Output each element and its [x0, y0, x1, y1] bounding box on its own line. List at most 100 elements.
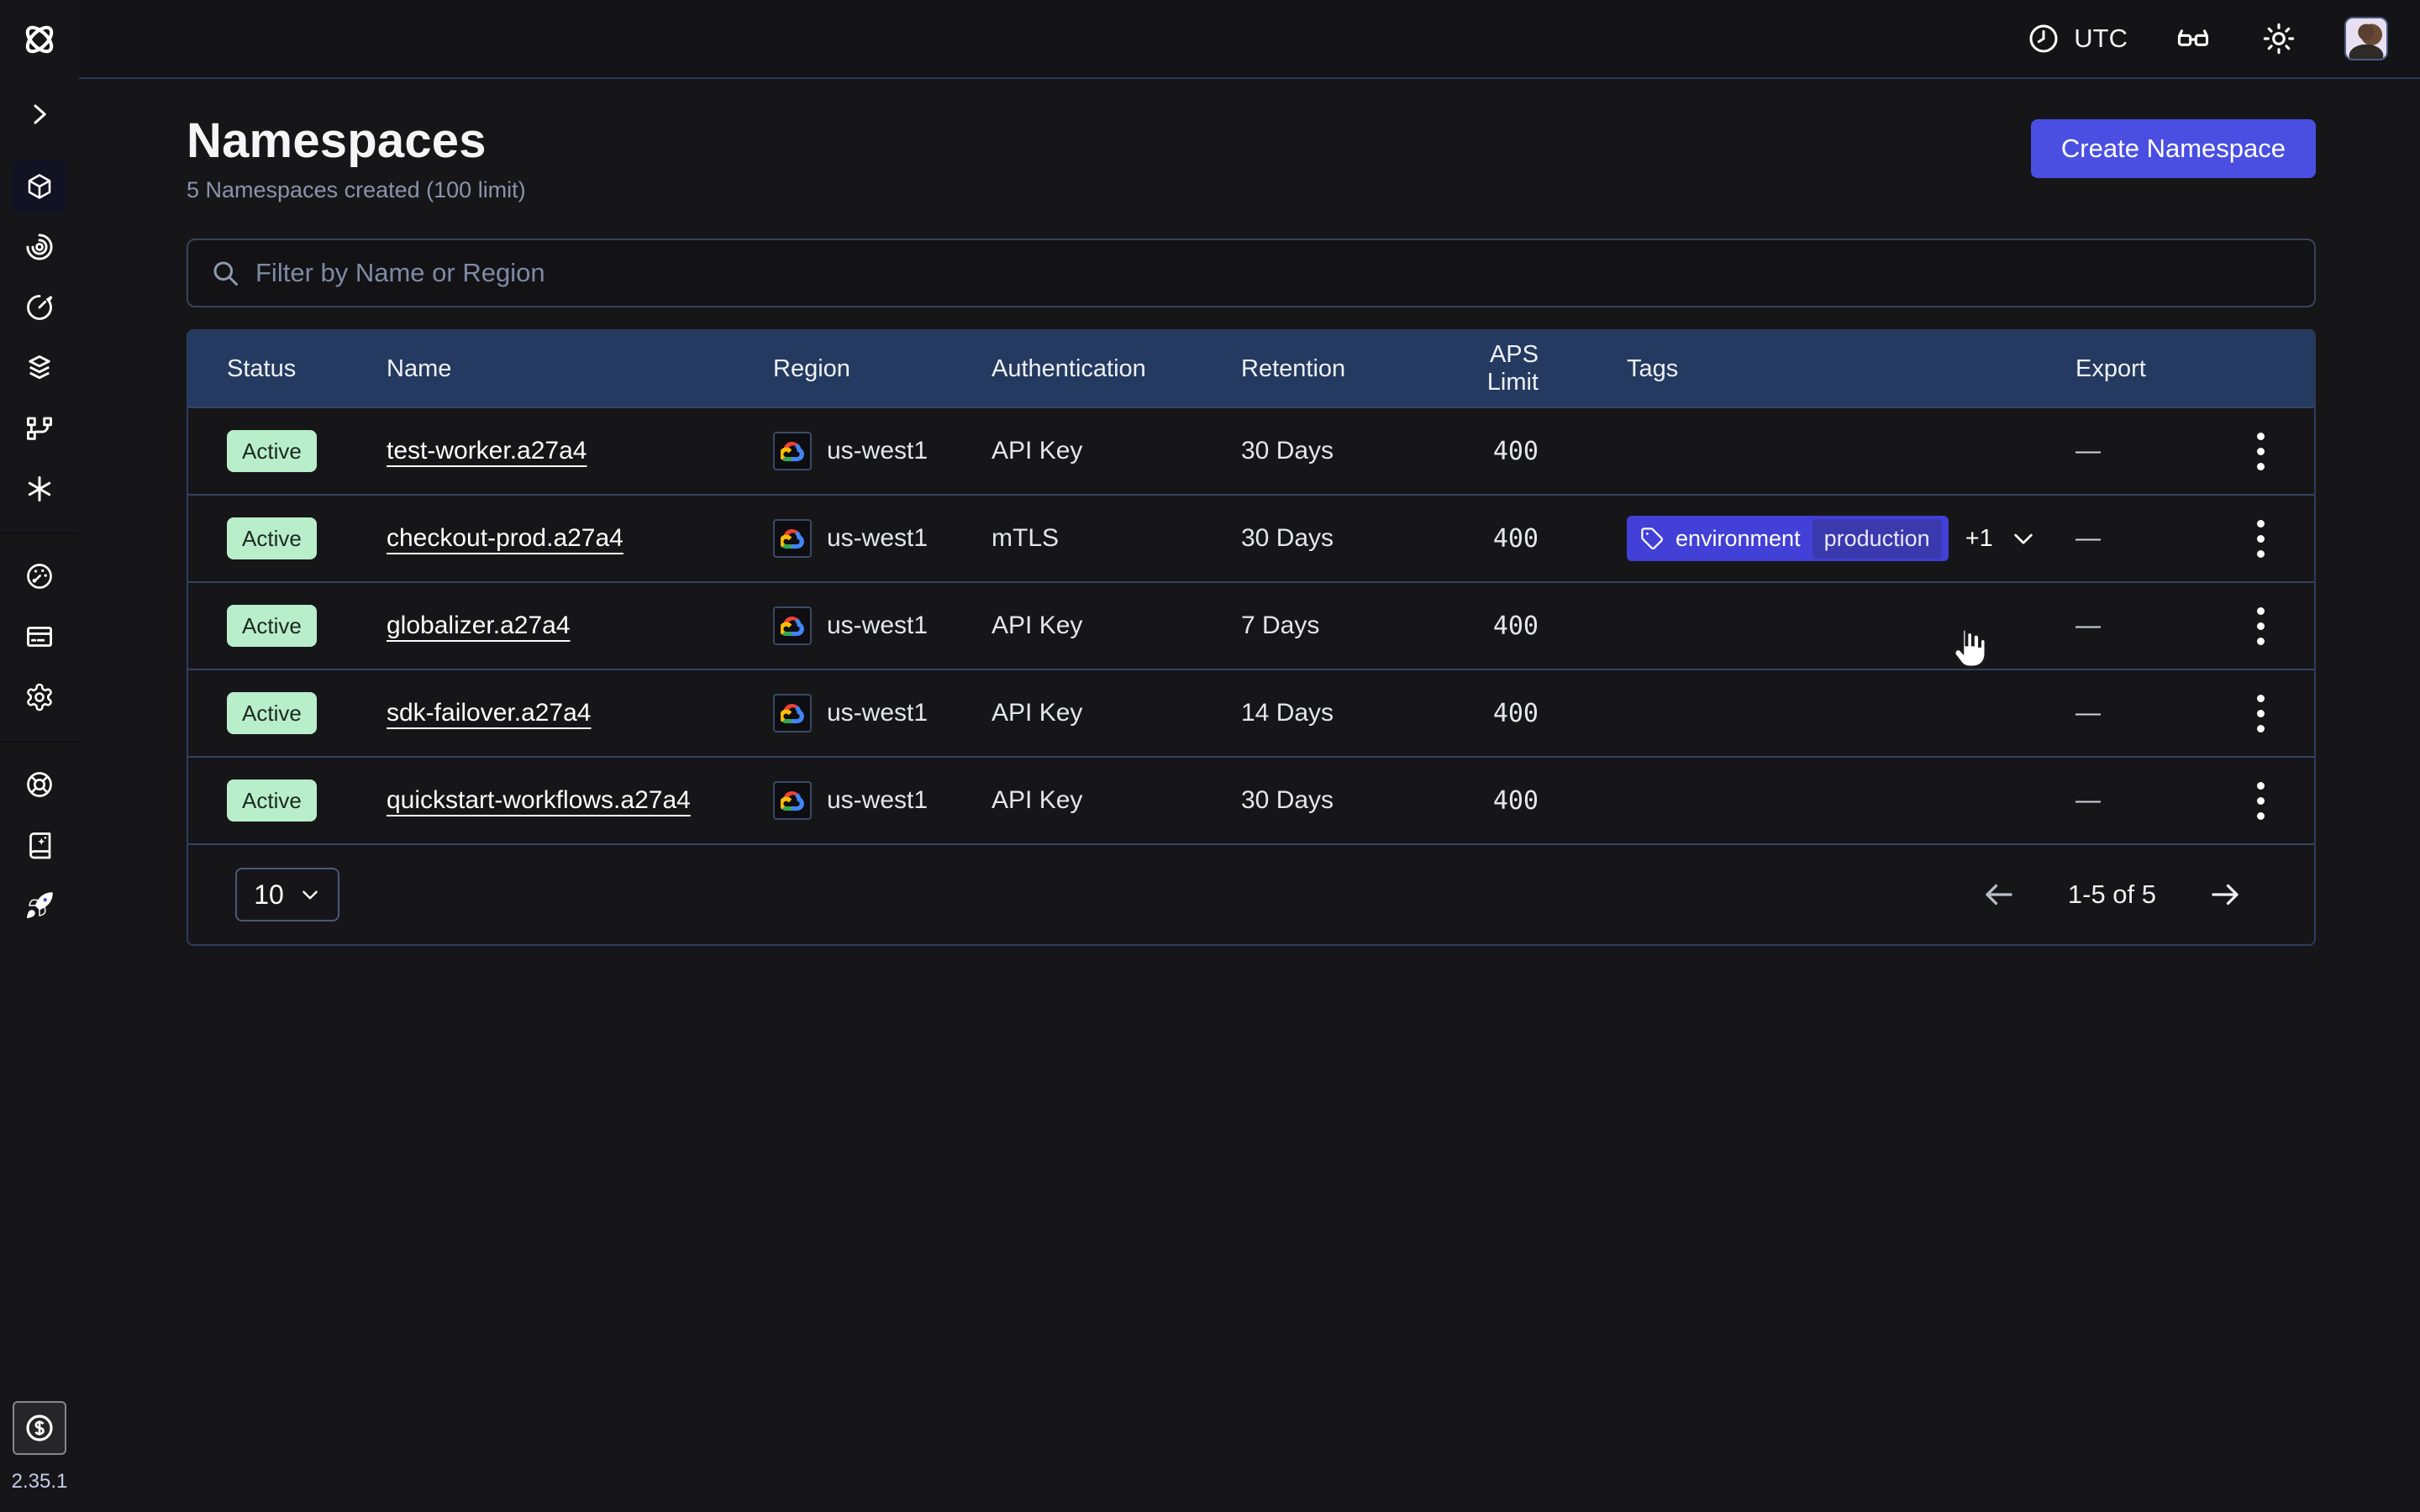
export-value: — [2075, 437, 2230, 465]
book-icon [24, 830, 55, 860]
region-label: us-west1 [827, 612, 928, 640]
gear-icon [24, 682, 55, 712]
gcp-logo-icon [773, 606, 812, 645]
chevron-down-icon[interactable] [2010, 525, 2037, 552]
region-label: us-west1 [827, 524, 928, 553]
timezone-label: UTC [2074, 24, 2128, 54]
sidebar-item-settings[interactable] [13, 670, 66, 724]
namespace-link[interactable]: quickstart-workflows.a27a4 [387, 786, 691, 814]
namespace-link[interactable]: test-worker.a27a4 [387, 437, 587, 465]
user-avatar[interactable] [2344, 17, 2388, 60]
sidebar-item-nexus[interactable] [13, 462, 66, 516]
sidebar-divider [0, 533, 79, 534]
pagination-range: 1-5 of 5 [2068, 879, 2156, 910]
filter-bar [187, 239, 2316, 307]
asterisk-icon [24, 474, 55, 504]
arrow-right-icon [2207, 877, 2243, 912]
retention: 30 Days [1241, 786, 1432, 815]
gcp-logo-icon [773, 432, 812, 470]
sidebar-item-deployments[interactable] [13, 402, 66, 455]
col-tags: Tags [1627, 355, 2075, 383]
prev-page-button[interactable] [1979, 874, 2019, 915]
aps-limit: 400 [1432, 699, 1627, 728]
billing-card-icon [24, 622, 55, 652]
table-row: Active sdk-failover.a27a4 us-west1 API K… [188, 669, 2314, 756]
cube-icon [24, 171, 55, 202]
sidebar-item-getting-started[interactable] [13, 879, 66, 932]
sidebar-bottom: 2.35.1 [12, 1401, 68, 1512]
aps-limit: 400 [1432, 612, 1627, 641]
sidebar-nav [0, 160, 79, 939]
accessibility-button[interactable] [2173, 18, 2213, 59]
col-region: Region [773, 355, 992, 383]
col-authentication: Authentication [992, 355, 1241, 383]
filter-input[interactable] [255, 258, 2292, 288]
sidebar-item-schedules[interactable] [13, 281, 66, 334]
tag-value: production [1812, 519, 1942, 559]
timezone-selector[interactable]: UTC [2027, 22, 2128, 55]
search-icon [210, 258, 240, 288]
arrow-left-icon [1981, 877, 2017, 912]
namespace-link[interactable]: checkout-prod.a27a4 [387, 524, 623, 552]
dollar-seal-icon [23, 1411, 56, 1445]
row-menu-button[interactable] [2237, 690, 2284, 737]
status-badge: Active [227, 692, 317, 734]
page-subtitle: 5 Namespaces created (100 limit) [187, 177, 526, 203]
tags-cell: environment production +1 [1627, 516, 2075, 561]
sun-icon [2261, 21, 2296, 56]
col-name: Name [387, 355, 773, 383]
status-badge: Active [227, 517, 317, 559]
col-retention: Retention [1241, 355, 1432, 383]
theme-toggle-button[interactable] [2259, 18, 2299, 59]
sidebar-expand-chevron-icon[interactable] [13, 96, 66, 133]
rocket-icon [24, 890, 55, 921]
col-aps-limit: APS Limit [1432, 341, 1627, 396]
row-menu-button[interactable] [2237, 777, 2284, 824]
region-label: us-west1 [827, 699, 928, 727]
sidebar-item-support[interactable] [13, 758, 66, 811]
topbar: UTC [79, 0, 2420, 79]
page-size-select[interactable]: 10 [235, 868, 339, 921]
auth-method: API Key [992, 786, 1241, 815]
status-badge: Active [227, 430, 317, 472]
row-menu-button[interactable] [2237, 515, 2284, 562]
col-export: Export [2075, 355, 2230, 383]
sidebar-item-batch[interactable] [13, 341, 66, 395]
sidebar: 2.35.1 [0, 0, 79, 1512]
next-page-button[interactable] [2205, 874, 2245, 915]
region-label: us-west1 [827, 786, 928, 815]
page-title: Namespaces [187, 113, 526, 169]
lifebuoy-icon [24, 769, 55, 800]
tag-icon [1640, 527, 1664, 550]
row-menu-button[interactable] [2237, 602, 2284, 649]
aps-limit: 400 [1432, 524, 1627, 554]
auth-method: API Key [992, 612, 1241, 640]
retention: 30 Days [1241, 524, 1432, 553]
namespace-link[interactable]: sdk-failover.a27a4 [387, 699, 592, 727]
sidebar-item-docs[interactable] [13, 818, 66, 872]
export-value: — [2075, 699, 2230, 727]
temporal-logo-icon[interactable] [17, 17, 62, 62]
retention: 14 Days [1241, 699, 1432, 727]
export-value: — [2075, 612, 2230, 640]
table-row: Active quickstart-workflows.a27a4 us-wes… [188, 756, 2314, 843]
sidebar-item-usage[interactable] [13, 549, 66, 603]
auth-method: API Key [992, 437, 1241, 465]
sidebar-item-namespaces[interactable] [13, 160, 66, 213]
sidebar-item-radar[interactable] [13, 220, 66, 274]
sidebar-item-billing[interactable] [13, 610, 66, 664]
page-size-value: 10 [254, 879, 284, 911]
chevron-down-icon [299, 884, 321, 906]
namespaces-table: Status Name Region Authentication Retent… [187, 329, 2316, 946]
tag-more-count: +1 [1965, 525, 1993, 553]
tag-pill[interactable]: environment production [1627, 516, 1949, 561]
auth-method: API Key [992, 699, 1241, 727]
namespace-link[interactable]: globalizer.a27a4 [387, 612, 571, 639]
credits-button[interactable] [13, 1401, 66, 1455]
row-menu-button[interactable] [2237, 428, 2284, 475]
retention: 30 Days [1241, 437, 1432, 465]
radar-icon [24, 232, 55, 262]
create-namespace-button[interactable]: Create Namespace [2031, 119, 2316, 178]
gcp-logo-icon [773, 781, 812, 820]
main-content: Namespaces 5 Namespaces created (100 lim… [79, 0, 2420, 946]
